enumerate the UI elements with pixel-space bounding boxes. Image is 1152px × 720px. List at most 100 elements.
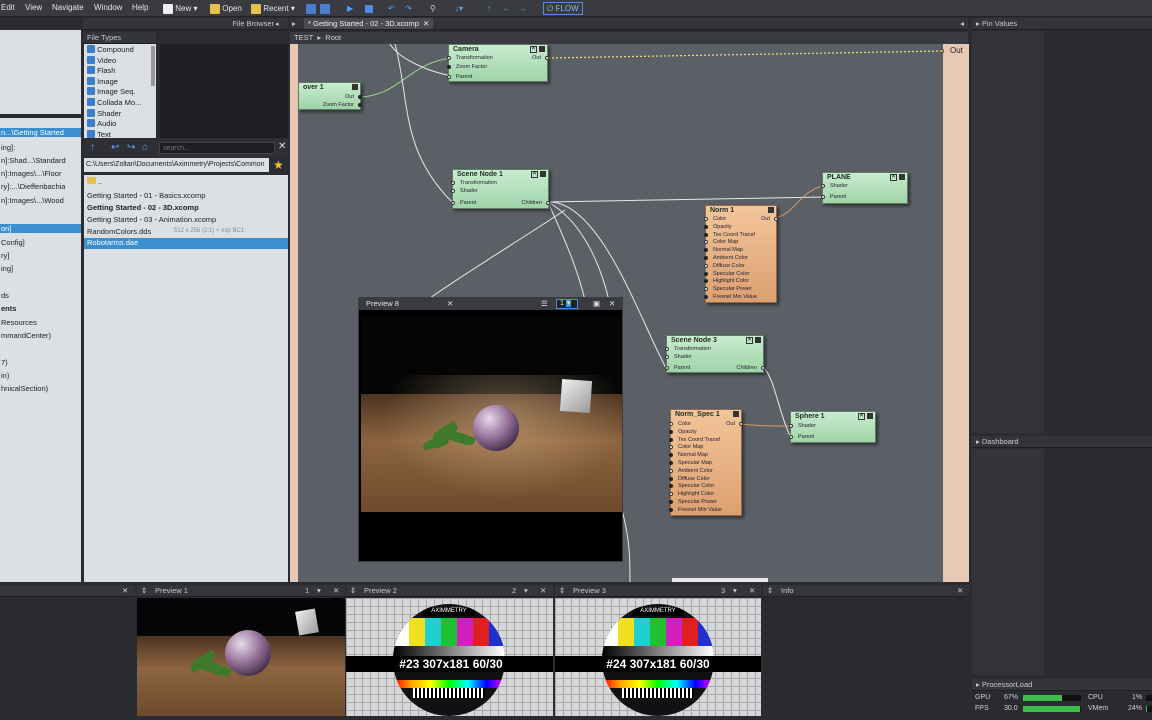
up-button[interactable]: ↑	[487, 2, 491, 15]
node-menu-icon[interactable]	[899, 174, 905, 180]
stop-button[interactable]	[365, 2, 373, 15]
close-icon[interactable]: ✕	[858, 413, 865, 420]
menu-navigate[interactable]: Navigate	[52, 3, 84, 12]
close-window-icon[interactable]: ✕	[609, 298, 615, 310]
close-icon[interactable]: ✕	[957, 585, 963, 597]
node-scene-1[interactable]: Scene Node 1 ✕ Transformation Shader Par…	[451, 169, 550, 209]
tree-item[interactable]: mmandCenter)	[1, 331, 51, 340]
node-plane[interactable]: PLANE ✕ Shader Parent	[821, 172, 908, 204]
close-icon[interactable]: ✕	[278, 141, 286, 152]
port-pin[interactable]	[669, 484, 673, 489]
up-folder-icon[interactable]: ↑	[90, 142, 95, 153]
preview-2-tab[interactable]: ⇕ Preview 2 2 ▾ ✕	[346, 585, 553, 597]
file-item[interactable]: Getting Started - 03 - Animation.xcomp	[87, 215, 216, 224]
file-item[interactable]: Getting Started - 01 - Basics.xcomp	[87, 191, 205, 200]
node-partial[interactable]	[672, 578, 768, 582]
node-scene-3[interactable]: Scene Node 3 ✕ Transformation Shader Par…	[665, 335, 765, 373]
preview-1-tab[interactable]: ⇕ Preview 1 1 ▾ ✕	[137, 585, 345, 597]
checkbox-icon[interactable]	[87, 98, 95, 106]
node-menu-icon[interactable]	[768, 207, 774, 213]
close-icon[interactable]: ✕	[333, 585, 339, 597]
file-item[interactable]: Getting Started - 02 - 3D.xcomp	[87, 203, 199, 212]
port-pin[interactable]	[669, 429, 673, 434]
tree-item[interactable]: ry]:...\Dieffenbachia	[1, 182, 65, 191]
save-all-button[interactable]	[320, 2, 330, 15]
file-item[interactable]: RandomColors.dds	[87, 227, 151, 236]
dropdown-icon[interactable]: ▾	[733, 585, 737, 597]
tree-item[interactable]: ds	[1, 291, 9, 300]
tree-item[interactable]: on]	[0, 224, 81, 233]
checkbox-icon[interactable]	[87, 119, 95, 128]
tree-item[interactable]: in)	[1, 371, 9, 380]
tree-item[interactable]: n]:Images\...\Wood	[1, 196, 64, 205]
path-field[interactable]: C:\Users\Zoltan\Documents\Aximmetry\Proj…	[84, 158, 269, 172]
dropdown-icon[interactable]: ▾	[524, 585, 528, 597]
download-button[interactable]: ↓▾	[455, 2, 463, 15]
close-icon[interactable]: ✕	[530, 46, 537, 53]
maximize-icon[interactable]: ▣	[593, 298, 600, 310]
tree-item[interactable]: 7)	[1, 358, 8, 367]
file-type-item[interactable]: Text	[87, 129, 111, 139]
node-menu-icon[interactable]	[755, 337, 761, 343]
port-pin[interactable]	[669, 507, 673, 512]
back-button[interactable]: ←	[503, 2, 511, 15]
tree-item[interactable]: n]:Shad...\Standard	[1, 156, 66, 165]
port-pin[interactable]	[669, 453, 673, 458]
menu-view[interactable]: View	[25, 3, 42, 12]
preview-8-window[interactable]: Preview 8 ✕ ☰ 1 ▾ ▣ ✕	[358, 297, 623, 562]
close-icon[interactable]: ✕	[447, 298, 453, 310]
checkbox-icon[interactable]	[87, 45, 95, 53]
search-input[interactable]	[159, 142, 275, 154]
node-menu-icon[interactable]	[539, 46, 545, 52]
tree-item[interactable]: ents	[1, 304, 16, 313]
tab-document[interactable]: * Getting Started - 02 - 3D.xcomp ✕	[304, 18, 434, 29]
undo-button[interactable]: ↶	[388, 2, 395, 15]
back-icon[interactable]: ↩	[111, 142, 119, 153]
port-pin[interactable]	[669, 476, 673, 481]
file-type-item[interactable]: Compound	[87, 45, 134, 54]
redo-button[interactable]: ↷	[405, 2, 412, 15]
port-pin[interactable]	[704, 224, 708, 229]
node-mover[interactable]: over 1 Out Zoom Factor	[298, 82, 362, 110]
file-type-item[interactable]: Image Seq.	[87, 87, 135, 96]
port-pin[interactable]	[669, 500, 673, 504]
file-item-parent[interactable]: ..	[87, 177, 287, 186]
menu-window[interactable]: Window	[94, 3, 122, 12]
preview-3-tab[interactable]: ⇕ Preview 3 3 ▾ ✕	[555, 585, 761, 597]
node-menu-icon[interactable]	[540, 171, 546, 177]
file-type-item[interactable]: Audio	[87, 119, 116, 128]
node-camera[interactable]: Camera ✕ Transformation Zoom Factor Pare…	[447, 44, 549, 82]
file-item-selected[interactable]: Robotarms.dae	[84, 238, 288, 249]
checkbox-icon[interactable]	[87, 66, 95, 75]
home-icon[interactable]: ⌂	[142, 142, 148, 153]
forward-button[interactable]: →	[519, 2, 527, 15]
scrollbar[interactable]	[151, 46, 155, 86]
port-pin[interactable]	[669, 461, 673, 465]
port-pin[interactable]	[704, 279, 708, 284]
checkbox-icon[interactable]	[87, 87, 95, 96]
file-type-item[interactable]: Flash	[87, 66, 115, 75]
panel-menu-icon[interactable]: ◂	[960, 18, 964, 29]
port-pin[interactable]	[704, 256, 708, 260]
menu-edit[interactable]: Edit	[1, 3, 15, 12]
info-tab[interactable]: ⇕ Info ✕	[763, 585, 969, 597]
checkbox-icon[interactable]	[87, 76, 95, 85]
flow-button[interactable]: ⏻ FLOW	[543, 2, 583, 15]
node-norm-1[interactable]: Norm 1 Out Color Opacity Tex Coord Transf C…	[704, 205, 778, 303]
port-pin[interactable]	[669, 468, 673, 473]
node-menu-icon[interactable]	[867, 413, 873, 419]
tree-item[interactable]: ing]:	[1, 143, 15, 152]
port-pin[interactable]	[704, 295, 708, 299]
new-button[interactable]: New ▾	[163, 2, 198, 15]
close-icon[interactable]: ✕	[746, 337, 753, 344]
tree-item[interactable]: hnicalSection)	[1, 384, 48, 393]
file-type-item[interactable]: Collada Mo...	[87, 98, 141, 107]
open-button[interactable]: Open	[210, 2, 242, 15]
tree-item[interactable]: n]:Images\...\Floor	[1, 169, 61, 178]
port-pin[interactable]	[704, 217, 708, 221]
node-menu-icon[interactable]	[733, 411, 739, 417]
checkbox-icon[interactable]	[87, 108, 95, 117]
tree-item[interactable]: Config]	[1, 238, 25, 247]
file-type-item[interactable]: Shader	[87, 108, 121, 118]
node-sphere-1[interactable]: Sphere 1 ✕ Shader Parent	[789, 411, 876, 443]
